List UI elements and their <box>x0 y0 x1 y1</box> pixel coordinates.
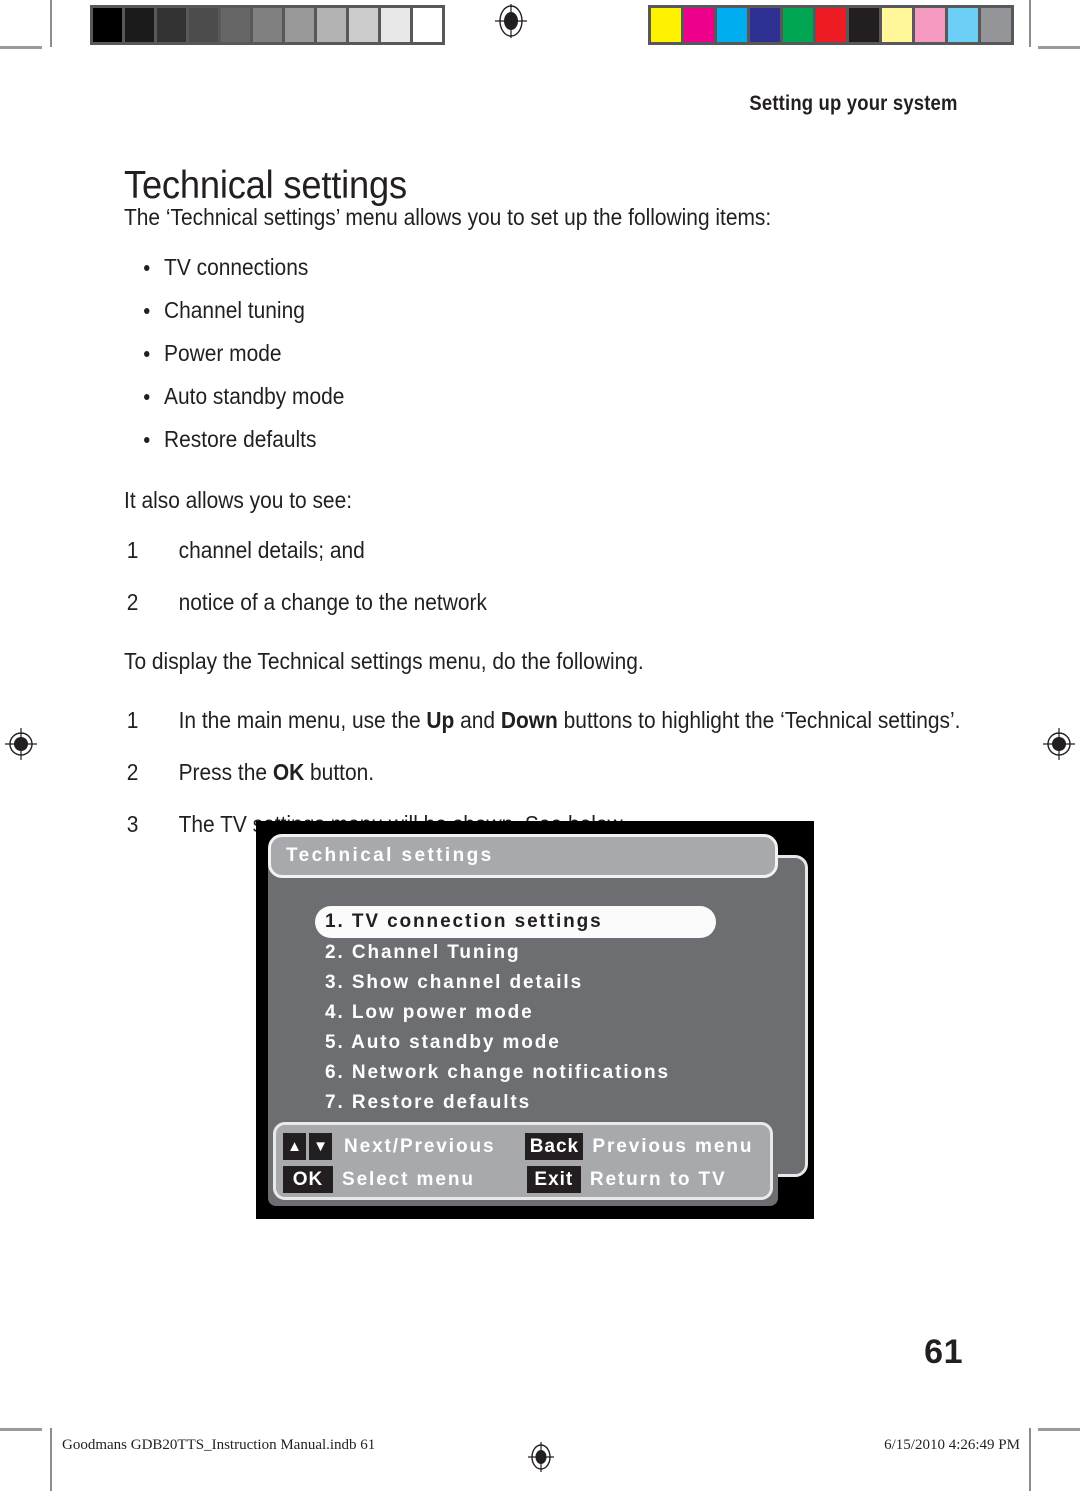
exit-label: Return to TV <box>589 1168 727 1190</box>
step-text: Press the OK button. <box>179 759 374 785</box>
bullet-item: Restore defaults <box>124 418 1005 461</box>
step-number: 3 <box>126 811 139 837</box>
colophon-filename: Goodmans GDB20TTS_Instruction Manual.ind… <box>62 1437 376 1453</box>
bullet-dot-icon <box>144 350 150 357</box>
bullet-label: TV connections <box>164 254 309 280</box>
bullet-dot-icon <box>144 393 150 400</box>
bullet-item: TV connections <box>124 246 1005 289</box>
colophon-timestamp: 6/15/2010 4:26:49 PM <box>884 1437 1020 1453</box>
down-arrow-icon[interactable]: ▼ <box>309 1133 332 1160</box>
up-arrow-icon[interactable]: ▲ <box>283 1133 306 1160</box>
step-keyword: OK <box>272 759 305 785</box>
tv-footer-row-select: OK Select menu Exit Return to TV <box>283 1163 770 1196</box>
see-item-number: 1 <box>126 537 139 563</box>
bullet-item: Auto standby mode <box>124 375 1005 418</box>
see-item-label: channel details; and <box>178 537 365 563</box>
ok-label: Select menu <box>342 1168 475 1190</box>
tv-menu-item[interactable]: 3. Show channel details <box>268 968 778 998</box>
bullet-item: Power mode <box>124 332 1005 375</box>
back-key-badge[interactable]: Back <box>525 1133 584 1160</box>
tv-menu-titlebar: Technical settings <box>268 834 778 878</box>
step-keyword: Down <box>500 707 558 733</box>
step-number: 2 <box>126 759 139 785</box>
tv-footer-row-navigation: ▲ ▼ Next/Previous Back Previous menu <box>283 1130 770 1163</box>
tv-menu-item[interactable]: 7. Restore defaults <box>268 1088 778 1118</box>
tv-menu-title: Technical settings <box>286 845 494 866</box>
tv-menu-item[interactable]: 5. Auto standby mode <box>268 1028 778 1058</box>
procedure-step: 2 Press the OK button. <box>124 753 1005 796</box>
tv-menu-footer: ▲ ▼ Next/Previous Back Previous menu OK … <box>273 1122 773 1200</box>
tv-menu-item-list[interactable]: 1. TV connection settings 2. Channel Tuni… <box>268 906 778 1118</box>
see-item: 1 channel details; and <box>124 529 1005 572</box>
bullet-dot-icon <box>144 307 150 314</box>
see-item-number: 2 <box>126 589 139 615</box>
tv-menu-item[interactable]: 2. Channel Tuning <box>268 938 778 968</box>
back-label: Previous menu <box>592 1135 754 1157</box>
step-text-run: button. <box>304 759 375 785</box>
bullet-label: Power mode <box>164 340 282 366</box>
step-keyword: Up <box>426 707 455 733</box>
step-text-run: buttons to highlight the ‘Technical sett… <box>557 707 961 733</box>
see-item: 2 notice of a change to the network <box>124 581 1005 624</box>
feature-bullet-list: TV connections Channel tuning Power mode Au… <box>124 246 1005 461</box>
intro-paragraph: The ‘Technical settings’ menu allows you… <box>124 204 772 230</box>
tv-menu-body: 1. TV connection settings 2. Channel Tuni… <box>268 854 778 1206</box>
body-copy: The ‘Technical settings’ menu allows you… <box>124 198 1004 857</box>
bullet-dot-icon <box>144 264 150 271</box>
step-text: In the main menu, use the Up and Down bu… <box>179 707 961 733</box>
tv-menu-panel: 1. TV connection settings 2. Channel Tuni… <box>268 834 778 1206</box>
page-number: 61 <box>924 1333 963 1371</box>
running-head: Setting up your system <box>749 92 958 115</box>
tv-menu-item-selected[interactable]: 1. TV connection settings <box>315 906 716 938</box>
see-item-label: notice of a change to the network <box>178 589 487 615</box>
bullet-label: Auto standby mode <box>164 383 345 409</box>
procedure-step: 1 In the main menu, use the Up and Down b… <box>124 701 1005 744</box>
step-text-run: In the main menu, use the <box>178 707 427 733</box>
see-items-list: 1 channel details; and 2 notice of a change… <box>124 529 1005 633</box>
nav-label: Next/Previous <box>344 1135 496 1157</box>
display-intro-paragraph: To display the Technical settings menu, … <box>124 648 644 674</box>
bullet-label: Restore defaults <box>164 426 317 452</box>
step-text-run: and <box>454 707 501 733</box>
ok-key-badge[interactable]: OK <box>283 1166 333 1193</box>
bullet-dot-icon <box>144 436 150 443</box>
bullet-item: Channel tuning <box>124 289 1005 332</box>
exit-key-badge[interactable]: Exit <box>526 1166 581 1193</box>
bullet-label: Channel tuning <box>164 297 305 323</box>
step-text-run: Press the <box>178 759 273 785</box>
page-content: Setting up your system Technical setting… <box>0 0 1080 1491</box>
tv-menu-item[interactable]: 6. Network change notifications <box>268 1058 778 1088</box>
also-intro-paragraph: It also allows you to see: <box>124 487 353 513</box>
tv-menu-item[interactable]: 4. Low power mode <box>268 998 778 1028</box>
step-number: 1 <box>126 707 139 733</box>
